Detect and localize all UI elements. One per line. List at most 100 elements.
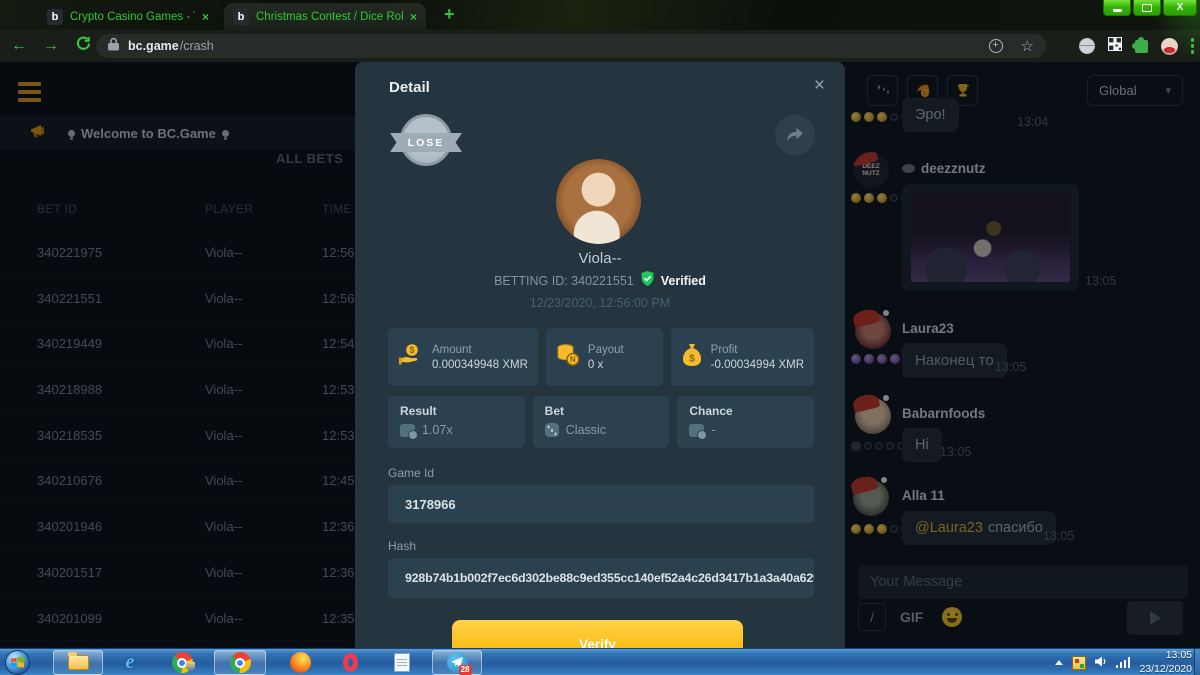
bet-card: Bet Classic (533, 396, 670, 448)
internet-explorer-icon: e (126, 651, 135, 674)
lock-icon (108, 37, 119, 56)
tab-christmas-contest[interactable]: b Christmas Contest / Dice Roll Hu × (224, 3, 426, 30)
taskbar-chrome-shield-button[interactable] (160, 650, 204, 675)
minimize-button[interactable] (1103, 0, 1131, 16)
game-id-field[interactable]: 3178966 (388, 485, 814, 523)
speaker-icon[interactable] (1095, 654, 1107, 672)
url-host: bc.game (128, 39, 179, 53)
stat-value: 0 x (588, 359, 624, 371)
amount-card: $ Amount 0.000349948 XMR (388, 328, 538, 386)
windows-taskbar: e 28 13:05 23/12/2020 (0, 648, 1200, 675)
lose-badge-ribbon: LOSE (390, 133, 462, 152)
tray-expand-icon[interactable] (1055, 660, 1063, 665)
bet-detail-modal: Detail × LOSE Viola-- BETTING ID: 340221… (355, 62, 845, 648)
profile-avatar[interactable] (1161, 38, 1178, 55)
url-path: /crash (180, 39, 214, 53)
tab-title: Crypto Casino Games - The 16 B (70, 11, 195, 23)
svg-text:$: $ (409, 345, 414, 355)
opera-icon (343, 653, 358, 672)
close-icon[interactable]: × (814, 75, 825, 97)
reload-icon[interactable] (70, 36, 96, 56)
stat-value: -0.00034994 XMR (711, 359, 804, 371)
forward-icon[interactable]: → (38, 37, 64, 55)
page-content: Welcome to BC.Game ALL BETS BET ID PLAYE… (0, 62, 1200, 648)
share-arrow-icon (786, 127, 804, 143)
svg-text:$: $ (689, 353, 695, 364)
system-tray: 13:05 23/12/2020 (1055, 649, 1192, 675)
chrome-icon (230, 652, 251, 673)
windows-logo-icon (11, 657, 24, 668)
address-bar[interactable]: bc.game /crash + ☆ (96, 34, 1046, 58)
tab-close-icon[interactable]: × (202, 10, 209, 24)
back-icon[interactable]: ← (6, 37, 32, 55)
show-desktop-button[interactable] (1194, 649, 1200, 675)
verified-shield-icon (640, 271, 655, 291)
taskbar-opera-button[interactable] (328, 650, 372, 675)
extensions-row (1079, 33, 1195, 59)
maximize-button[interactable] (1133, 0, 1161, 16)
modal-title: Detail (389, 79, 430, 96)
payout-card: N Payout 0 x (546, 328, 663, 386)
address-bar-row: ← → bc.game /crash + ☆ (0, 30, 1200, 62)
lose-badge: LOSE (390, 114, 462, 174)
result-graph-icon (400, 424, 415, 437)
chance-graph-icon (689, 424, 704, 437)
chance-card: Chance - (677, 396, 814, 448)
hash-field[interactable]: 928b74b1b002f7ec6d302be88c9ed355cc140ef5… (388, 558, 814, 598)
taskbar-notepad-button[interactable] (380, 650, 424, 675)
profit-card: $ Profit -0.00034994 XMR (671, 328, 814, 386)
player-username: Viola-- (355, 250, 845, 267)
verify-button[interactable]: Verify (452, 620, 743, 648)
tab-bar: b Crypto Casino Games - The 16 B × b Chr… (0, 0, 1200, 30)
betting-id: BETTING ID: 340221551 (494, 274, 634, 288)
qr-extension-icon[interactable] (1108, 37, 1122, 56)
detail-value: Classic (566, 423, 606, 437)
taskbar-ie-button[interactable]: e (110, 650, 150, 675)
taskbar-clock[interactable]: 13:05 23/12/2020 (1139, 649, 1192, 675)
screen: b Crypto Casino Games - The 16 B × b Chr… (0, 0, 1200, 675)
svg-text:N: N (570, 355, 576, 364)
money-bag-icon: $ (681, 343, 703, 372)
browser-chrome: b Crypto Casino Games - The 16 B × b Chr… (0, 0, 1200, 62)
dice-icon (545, 423, 559, 437)
stat-label: Amount (432, 344, 528, 356)
tab-crypto-casino[interactable]: b Crypto Casino Games - The 16 B × (38, 3, 218, 30)
taskbar-firefox-button[interactable] (278, 650, 322, 675)
hand-coin-icon: $ (398, 343, 424, 372)
globe-extension-icon[interactable] (1079, 38, 1095, 54)
stat-label: Profit (711, 344, 804, 356)
new-tab-button[interactable]: + (444, 4, 455, 25)
start-button[interactable] (5, 650, 30, 675)
bcgame-favicon: b (47, 9, 63, 25)
stat-value: 0.000349948 XMR (432, 359, 528, 371)
bet-datetime: 12/23/2020, 12:56:00 PM (355, 296, 845, 310)
extension-puzzle-icon[interactable] (1135, 40, 1148, 53)
window-controls: X (1103, 0, 1197, 16)
player-avatar[interactable] (556, 159, 641, 244)
notepad-icon (394, 653, 410, 672)
browser-menu-icon[interactable] (1191, 38, 1195, 54)
bookmark-star-icon[interactable]: ☆ (1021, 37, 1034, 55)
clock-date: 23/12/2020 (1139, 663, 1192, 675)
game-id-label: Game Id (388, 466, 434, 480)
send-to-devices-icon[interactable]: + (989, 39, 1003, 53)
close-window-button[interactable]: X (1163, 0, 1197, 16)
tab-close-icon[interactable]: × (410, 10, 417, 24)
detail-label: Bet (545, 404, 658, 418)
share-button[interactable] (775, 115, 815, 155)
verified-label: Verified (661, 274, 706, 288)
taskbar-chrome-button[interactable] (214, 650, 266, 675)
detail-cards-row: Result 1.07x Bet Classic Chance (388, 396, 814, 448)
stat-cards-row: $ Amount 0.000349948 XMR N Payout 0 x (388, 328, 814, 386)
telegram-icon: 28 (447, 652, 468, 673)
folder-icon (68, 655, 89, 670)
detail-value: 1.07x (422, 423, 453, 437)
tray-app-icon[interactable] (1072, 656, 1086, 670)
taskbar-explorer-button[interactable] (53, 650, 103, 675)
hash-label: Hash (388, 539, 416, 553)
stat-label: Payout (588, 344, 624, 356)
network-signal-icon[interactable] (1116, 657, 1131, 668)
notification-badge: 28 (459, 665, 472, 675)
taskbar-telegram-button[interactable]: 28 (432, 650, 482, 675)
result-card: Result 1.07x (388, 396, 525, 448)
